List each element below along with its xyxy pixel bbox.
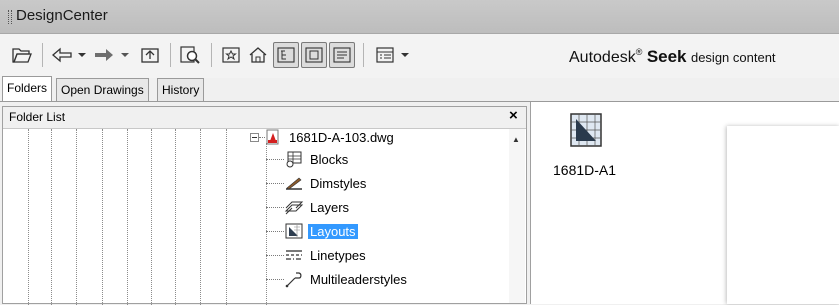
tree-item-label: Multileaderstyles xyxy=(310,271,407,287)
tree-guide-line xyxy=(151,129,152,305)
vertical-scrollbar[interactable]: ▲ xyxy=(509,129,525,303)
tree-guide-line xyxy=(200,129,201,305)
tab-strip: Folders Open Drawings History xyxy=(0,76,839,102)
up-icon[interactable] xyxy=(138,42,162,68)
toolbar-separator xyxy=(211,43,212,67)
tree-view-toggle-icon[interactable] xyxy=(273,42,299,68)
tree-item-linetypes[interactable]: Linetypes xyxy=(284,246,368,264)
tree-guide-line xyxy=(76,129,77,305)
tab-open-drawings[interactable]: Open Drawings xyxy=(56,78,149,101)
views-icon[interactable] xyxy=(373,42,397,68)
favorites-icon[interactable] xyxy=(219,42,243,68)
tree-item-multileaderstyles[interactable]: Multileaderstyles xyxy=(284,270,409,288)
toolbar-separator xyxy=(42,43,43,67)
tab-folders[interactable]: Folders xyxy=(2,76,53,101)
tree-connector xyxy=(266,231,284,232)
tree-connector xyxy=(266,279,284,280)
linetypes-icon xyxy=(286,250,302,260)
tree-item-label: Layers xyxy=(310,199,350,215)
folder-list-pane: Folder List × 1681D-A-103.dwg Blocks Dim… xyxy=(2,106,527,305)
tree-node-label: 1681D-A-103.dwg xyxy=(289,129,394,145)
tree-item-label: Blocks xyxy=(310,151,349,167)
layout-icon xyxy=(570,113,602,147)
content-item-label: 1681D-A1 xyxy=(553,162,617,178)
views-dropdown-icon[interactable] xyxy=(398,42,412,68)
seek-reg-mark: ® xyxy=(635,47,643,57)
folder-list-header: Folder List × xyxy=(3,107,526,129)
preview-panel xyxy=(727,126,839,304)
preview-toggle-icon[interactable] xyxy=(301,42,327,68)
tree-guide-line xyxy=(266,143,267,305)
tree-item-layers[interactable]: Layers xyxy=(284,198,351,216)
window-title: DesignCenter xyxy=(16,7,108,24)
layers-icon xyxy=(284,201,304,215)
toolbar-separator xyxy=(170,43,171,67)
tree-node-drawing[interactable]: 1681D-A-103.dwg xyxy=(265,128,396,146)
tree-item-blocks[interactable]: Blocks xyxy=(284,150,350,168)
tree-item-label: Dimstyles xyxy=(310,175,367,191)
multileaderstyles-icon xyxy=(285,272,302,288)
load-folder-icon[interactable] xyxy=(10,42,34,68)
collapse-expander-icon[interactable] xyxy=(250,133,259,142)
tree-connector xyxy=(266,159,284,160)
tab-history[interactable]: History xyxy=(157,78,205,101)
dwg-file-icon xyxy=(266,129,279,145)
content-item-layout[interactable] xyxy=(569,112,603,153)
home-icon[interactable] xyxy=(246,42,270,68)
tree-connector xyxy=(266,207,284,208)
folder-list-title: Folder List xyxy=(9,110,66,124)
tree-guide-line xyxy=(127,129,128,305)
dimstyles-icon xyxy=(286,177,302,190)
seek-tagline: design content xyxy=(690,50,776,65)
content-pane: 1681D-A1 xyxy=(530,102,839,304)
back-icon[interactable] xyxy=(50,42,74,68)
toolbar-separator xyxy=(363,43,364,67)
search-icon[interactable] xyxy=(178,42,202,68)
grip-icon[interactable] xyxy=(8,10,12,24)
seek-product: Seek xyxy=(646,47,687,66)
tree-guide-line xyxy=(175,129,176,305)
tree-item-label: Linetypes xyxy=(310,247,366,263)
layouts-icon xyxy=(285,223,303,239)
tree-item-layouts[interactable]: Layouts xyxy=(284,222,358,240)
tree-connector xyxy=(266,255,284,256)
tree-item-label: Layouts xyxy=(308,223,358,239)
tree-connector xyxy=(266,183,284,184)
seek-brand: Autodesk xyxy=(569,49,636,66)
back-dropdown-icon[interactable] xyxy=(75,42,89,68)
forward-dropdown-icon[interactable] xyxy=(118,42,132,68)
description-toggle-icon[interactable] xyxy=(329,42,355,68)
close-icon[interactable]: × xyxy=(509,107,518,124)
title-bar[interactable]: DesignCenter xyxy=(0,0,839,34)
tree-guide-line xyxy=(102,129,103,305)
tree-guide-line xyxy=(51,129,52,305)
blocks-icon xyxy=(286,151,302,168)
toolbar: Autodesk® Seek design content xyxy=(0,34,839,78)
scroll-up-icon[interactable]: ▲ xyxy=(512,135,520,144)
forward-icon[interactable] xyxy=(92,42,116,68)
tree-guide-line xyxy=(28,129,29,305)
tree-guide-line xyxy=(226,129,227,305)
tree-item-dimstyles[interactable]: Dimstyles xyxy=(284,174,368,192)
autodesk-seek-link[interactable]: Autodesk® Seek design content xyxy=(569,47,776,67)
